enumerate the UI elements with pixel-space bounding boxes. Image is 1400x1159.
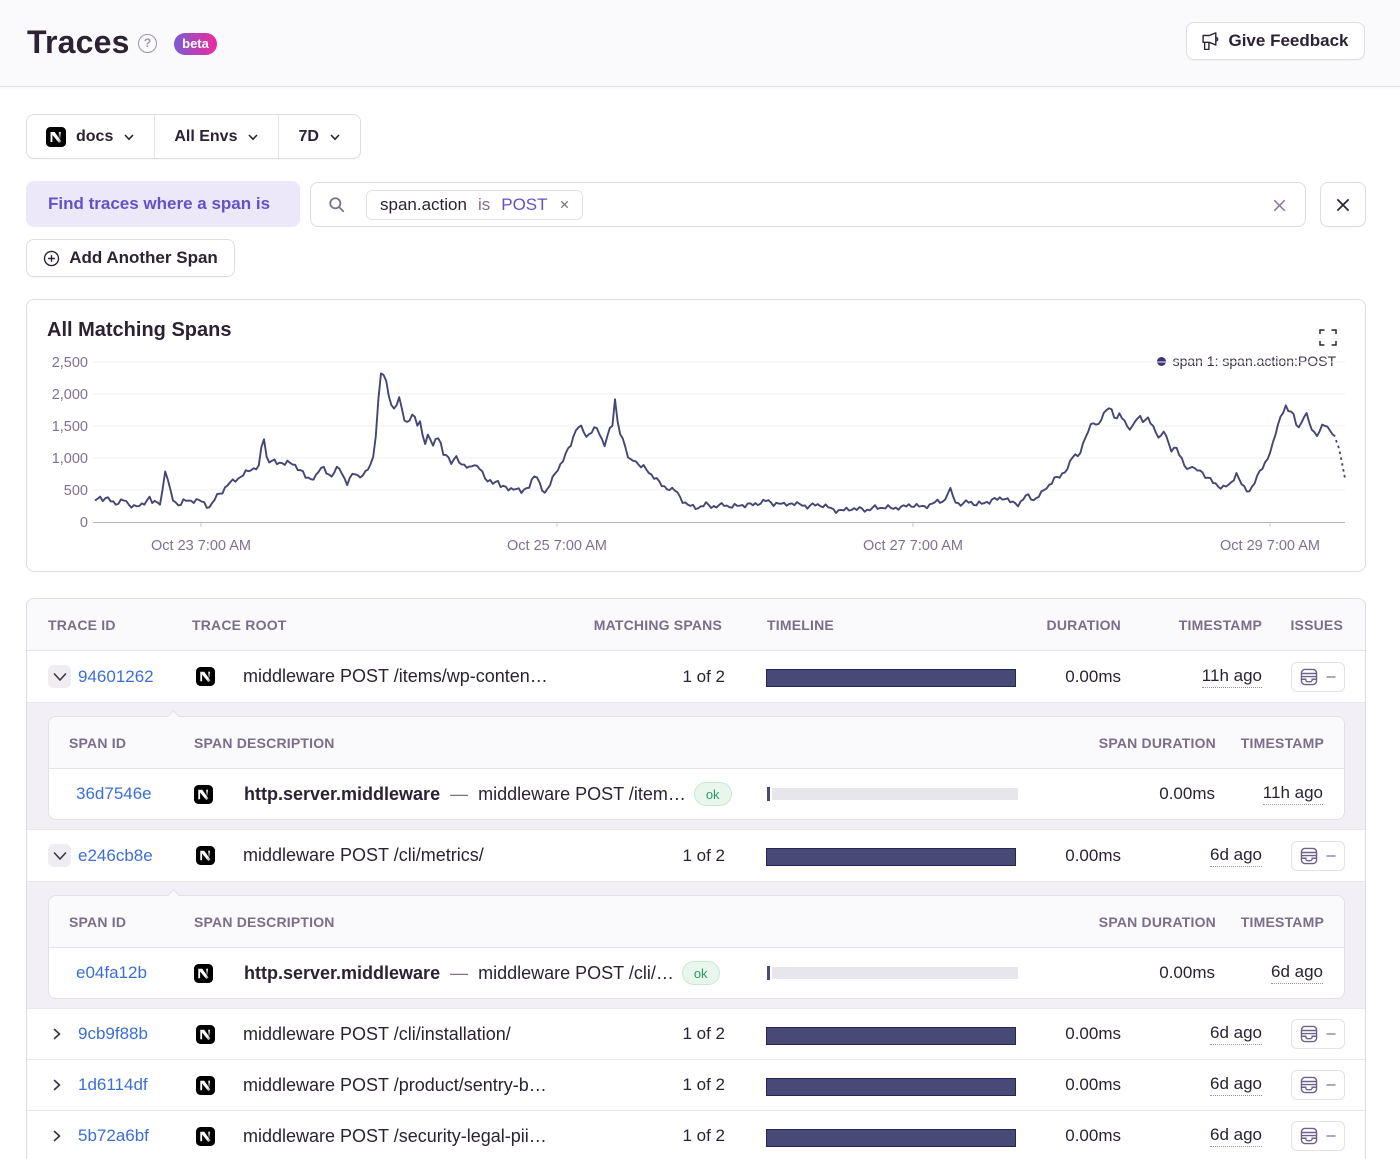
svg-text:1,000: 1,000 <box>52 451 88 467</box>
svg-text:Oct 25 7:00 AM: Oct 25 7:00 AM <box>507 538 607 554</box>
svg-text:0: 0 <box>80 515 88 531</box>
svg-text:1,500: 1,500 <box>52 419 88 435</box>
svg-text:Oct 23 7:00 AM: Oct 23 7:00 AM <box>151 538 251 554</box>
svg-text:2,000: 2,000 <box>52 387 88 403</box>
svg-text:Oct 27 7:00 AM: Oct 27 7:00 AM <box>863 538 963 554</box>
svg-text:Oct 29 7:00 AM: Oct 29 7:00 AM <box>1220 538 1320 554</box>
svg-text:2,500: 2,500 <box>52 355 88 371</box>
svg-text:500: 500 <box>64 483 88 499</box>
